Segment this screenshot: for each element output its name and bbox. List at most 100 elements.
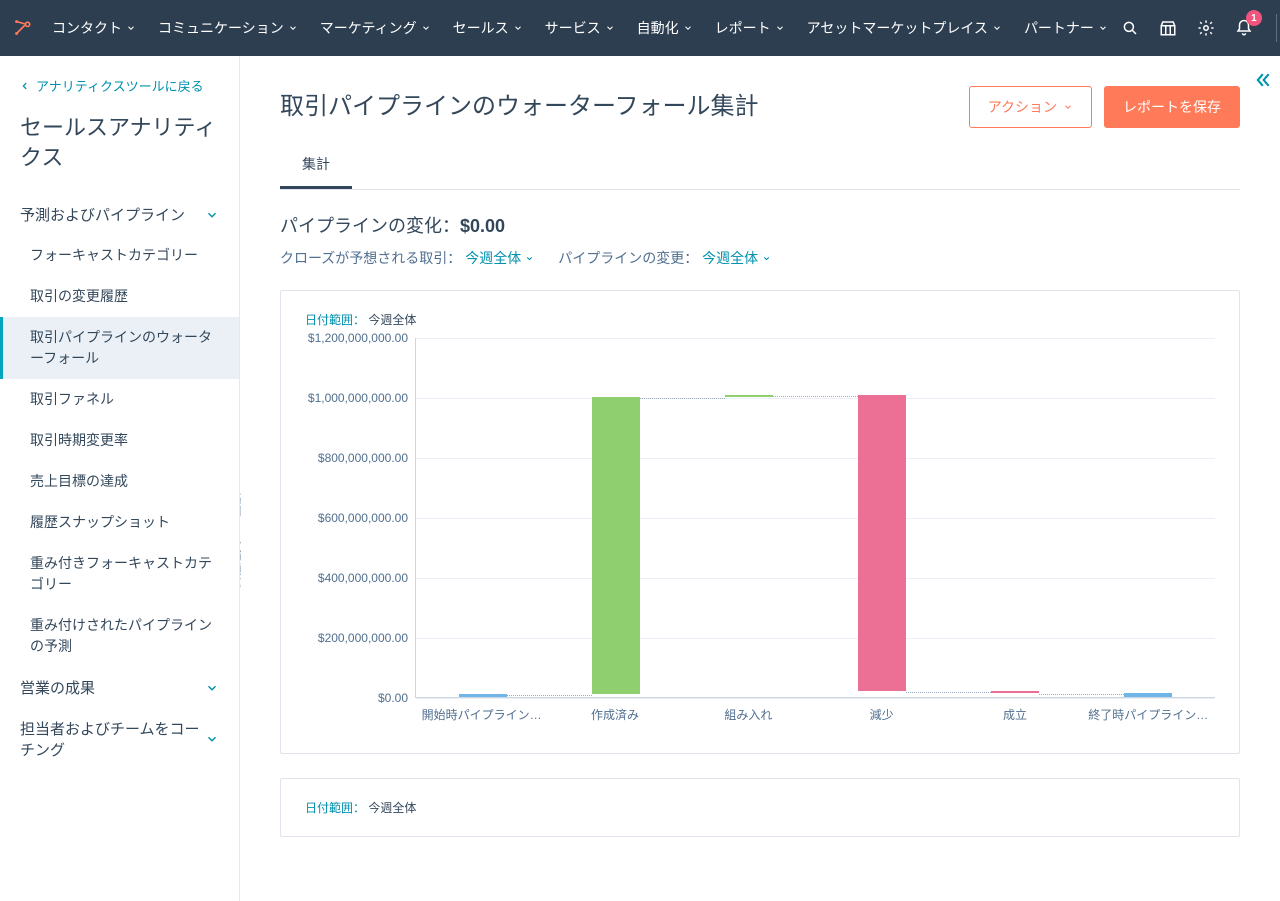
y-tick-label: $200,000,000.00 bbox=[296, 631, 408, 645]
nav-item[interactable]: パートナー bbox=[1014, 0, 1118, 56]
caret-down-icon bbox=[762, 254, 771, 263]
sidebar-item[interactable]: 履歴スナップショット bbox=[0, 502, 239, 543]
nav-item-label: 自動化 bbox=[637, 18, 679, 38]
chevron-down-icon bbox=[775, 23, 785, 33]
y-axis-title: 会社通貨での金額 bbox=[240, 492, 244, 588]
sidebar-title: セールスアナリティクス bbox=[0, 95, 239, 194]
nav-item[interactable]: セールス bbox=[443, 0, 533, 56]
sidebar-item[interactable]: 取引の変更履歴 bbox=[0, 276, 239, 317]
settings-gear-icon[interactable] bbox=[1194, 16, 1218, 40]
nav-item[interactable]: レポート bbox=[705, 0, 795, 56]
chevron-down-icon bbox=[1098, 23, 1108, 33]
collapse-panel-icon[interactable] bbox=[1252, 70, 1272, 90]
connector-line bbox=[1039, 694, 1124, 695]
nav-item[interactable]: アセットマーケットプレイス bbox=[797, 0, 1012, 56]
chevron-down-icon bbox=[205, 681, 219, 695]
nav-items: コンタクトコミュニケーションマーケティング セールス サービス 自動化 レポート アセット… bbox=[42, 0, 1118, 56]
bar-slot bbox=[682, 338, 815, 697]
chevron-down-icon bbox=[205, 732, 219, 746]
chevron-down-icon bbox=[126, 23, 136, 33]
y-tick-label: $1,000,000,000.00 bbox=[296, 391, 408, 405]
bars bbox=[416, 338, 1215, 697]
y-tick-label: $1,200,000,000.00 bbox=[296, 331, 408, 345]
nav-item[interactable]: サービス bbox=[535, 0, 625, 56]
nav-item[interactable]: マーケティング bbox=[310, 0, 441, 56]
tab[interactable]: 集計 bbox=[280, 142, 352, 189]
sidebar-item[interactable]: 売上目標の達成 bbox=[0, 461, 239, 502]
y-tick-label: $800,000,000.00 bbox=[296, 451, 408, 465]
filter-value-dropdown[interactable]: 今週全体 bbox=[702, 248, 771, 268]
nav-item-label: サービス bbox=[545, 18, 601, 38]
x-tick-label: 終了時パイプライン… bbox=[1082, 698, 1215, 723]
sidebar-group-header[interactable]: 営業の成果 bbox=[0, 667, 239, 708]
date-range-value: 今週全体 bbox=[368, 313, 416, 327]
main-content: 取引パイプラインのウォーターフォール集計 アクション レポートを保存 集計 パイ… bbox=[240, 56, 1280, 901]
nav-item-label: レポート bbox=[715, 18, 771, 38]
bar[interactable] bbox=[991, 691, 1039, 693]
bar[interactable] bbox=[725, 395, 773, 397]
x-tick-label: 組み入れ bbox=[682, 698, 815, 723]
filter-label: クローズが予想される取引： bbox=[280, 250, 465, 266]
bar[interactable] bbox=[858, 395, 906, 691]
x-tick-label: 成立 bbox=[948, 698, 1081, 723]
y-tick-label: $0.00 bbox=[296, 691, 408, 705]
marketplace-icon[interactable] bbox=[1156, 16, 1180, 40]
bar[interactable] bbox=[592, 397, 640, 694]
filter-label: パイプラインの変更： bbox=[558, 250, 702, 266]
sidebar-item[interactable]: 重み付けされたパイプラインの予測 bbox=[0, 605, 239, 667]
bar[interactable] bbox=[1124, 693, 1172, 698]
sidebar-item[interactable]: 取引ファネル bbox=[0, 379, 239, 420]
bar[interactable] bbox=[459, 694, 507, 697]
y-gridline bbox=[416, 698, 1215, 699]
nav-item-label: セールス bbox=[453, 18, 509, 38]
sidebar-group-header[interactable]: 予測およびパイプライン bbox=[0, 194, 239, 235]
actions-menu-button[interactable]: アクション bbox=[969, 86, 1092, 128]
summary-amount: $0.00 bbox=[460, 216, 505, 236]
filter-value-dropdown[interactable]: 今週全体 bbox=[465, 248, 534, 268]
hubspot-logo-icon[interactable] bbox=[12, 14, 34, 42]
caret-down-icon bbox=[1063, 102, 1073, 112]
nav-divider bbox=[1276, 14, 1277, 42]
save-report-label: レポートを保存 bbox=[1123, 97, 1221, 117]
connector-line bbox=[507, 695, 592, 696]
sidebar-group-label: 予測およびパイプライン bbox=[20, 204, 185, 225]
waterfall-chart-card: 日付範囲： 今週全体 会社通貨での金額 $0.00$200,000,000.00… bbox=[280, 290, 1240, 754]
back-link-label: アナリティクスツールに戻る bbox=[36, 76, 204, 95]
notifications-bell-icon[interactable]: 1 bbox=[1232, 16, 1256, 40]
sidebar-item[interactable]: 重み付きフォーキャストカテゴリー bbox=[0, 543, 239, 605]
search-icon[interactable] bbox=[1118, 16, 1142, 40]
sidebar-group-header[interactable]: 担当者およびチームをコーチング bbox=[0, 708, 239, 770]
sidebar-group-label: 営業の成果 bbox=[20, 677, 95, 698]
top-nav: コンタクトコミュニケーションマーケティング セールス サービス 自動化 レポート アセット… bbox=[0, 0, 1280, 56]
nav-item[interactable]: コミュニケーション bbox=[148, 0, 308, 56]
secondary-card: 日付範囲： 今週全体 bbox=[280, 778, 1240, 837]
x-tick-label: 減少 bbox=[815, 698, 948, 723]
sidebar: アナリティクスツールに戻る セールスアナリティクス 予測およびパイプラインフォー… bbox=[0, 56, 240, 901]
notification-badge: 1 bbox=[1246, 10, 1262, 26]
summary-label: パイプラインの変化： bbox=[280, 216, 460, 236]
nav-item[interactable]: 自動化 bbox=[627, 0, 703, 56]
filter-line: クローズが予想される取引： 今週全体 パイプラインの変更： 今週全体 bbox=[280, 248, 1240, 268]
sidebar-item[interactable]: 取引パイプラインのウォーターフォール bbox=[0, 317, 239, 379]
nav-item[interactable]: コンタクト bbox=[42, 0, 146, 56]
chevron-down-icon bbox=[513, 23, 523, 33]
connector-line bbox=[640, 398, 725, 399]
caret-down-icon bbox=[525, 254, 534, 263]
bar-slot bbox=[1082, 338, 1215, 697]
tabs: 集計 bbox=[280, 142, 1240, 190]
bar-slot bbox=[949, 338, 1082, 697]
x-tick-label: 開始時パイプライン… bbox=[415, 698, 548, 723]
pipeline-change-summary: パイプラインの変化：$0.00 bbox=[280, 212, 1240, 238]
filter: クローズが予想される取引： 今週全体 bbox=[280, 248, 534, 268]
sidebar-item[interactable]: フォーキャストカテゴリー bbox=[0, 235, 239, 276]
date-range-label: 日付範囲： bbox=[305, 313, 365, 327]
chevron-down-icon bbox=[205, 208, 219, 222]
nav-item-label: パートナー bbox=[1024, 18, 1094, 38]
nav-item-label: マーケティング bbox=[320, 18, 417, 38]
back-link[interactable]: アナリティクスツールに戻る bbox=[0, 76, 239, 95]
sidebar-item[interactable]: 取引時期変更率 bbox=[0, 420, 239, 461]
save-report-button[interactable]: レポートを保存 bbox=[1104, 86, 1240, 128]
y-tick-label: $400,000,000.00 bbox=[296, 571, 408, 585]
chart-plot-area: $0.00$200,000,000.00$400,000,000.00$600,… bbox=[415, 338, 1215, 698]
chevron-down-icon bbox=[288, 23, 298, 33]
